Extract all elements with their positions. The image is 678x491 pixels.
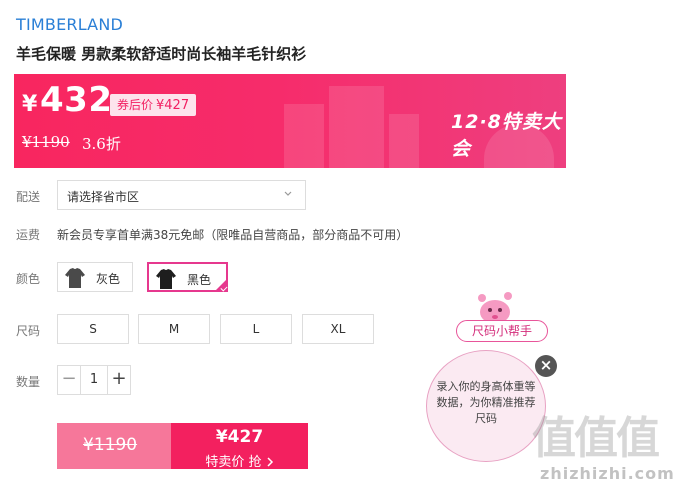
buy-sale-price: ¥427: [215, 427, 264, 447]
increase-quantity-button[interactable]: +: [107, 366, 130, 394]
banner-decoration: [284, 104, 324, 168]
watermark-logo: 值值值: [532, 413, 660, 464]
quantity-stepper: − 1 +: [57, 365, 131, 395]
buy-original-price-area[interactable]: ¥1190: [57, 423, 171, 469]
chevron-down-icon: [284, 191, 292, 196]
chevron-right-icon: [267, 457, 273, 467]
discount-rate: 3.6折: [82, 135, 121, 153]
original-price: ¥1190: [22, 133, 70, 151]
quantity-value[interactable]: 1: [80, 372, 108, 387]
shipping-label: 运费: [16, 228, 41, 242]
sweater-thumbnail: [156, 269, 176, 289]
coupon-price-badge: 券后价 ¥427: [110, 94, 197, 116]
color-label: 颜色: [16, 272, 41, 286]
size-option-xl[interactable]: XL: [302, 314, 374, 344]
event-title: 12·8特卖大会: [451, 111, 562, 160]
color-option-gray[interactable]: 灰色: [57, 262, 133, 292]
close-icon[interactable]: ×: [535, 355, 557, 377]
selected-check-icon: [214, 278, 228, 292]
delivery-label: 配送: [16, 190, 41, 204]
banner-decoration: [329, 86, 384, 168]
size-label: 尺码: [16, 324, 41, 338]
coupon-label: 券后价: [117, 98, 154, 112]
color-option-label: 灰色: [96, 272, 121, 286]
decrease-quantity-button[interactable]: −: [58, 366, 81, 394]
sweater-thumbnail: [65, 268, 85, 288]
size-option-s[interactable]: S: [57, 314, 129, 344]
region-select[interactable]: 请选择省市区: [57, 180, 306, 210]
currency-symbol: ¥: [22, 92, 38, 117]
size-helper-text: 录入你的身高体重等数据，为你精准推荐尺码: [436, 380, 536, 425]
sale-price: 432: [40, 80, 113, 120]
size-helper-bubble[interactable]: 录入你的身高体重等数据，为你精准推荐尺码: [426, 350, 546, 462]
color-option-label: 黑色: [187, 273, 212, 287]
product-title: 羊毛保暖 男款柔软舒适时尚长袖羊毛针织衫: [16, 45, 307, 63]
mascot-icon: [478, 292, 512, 324]
size-option-m[interactable]: M: [138, 314, 210, 344]
buy-cta-label: 特卖价 抢: [205, 455, 262, 470]
buy-now-area[interactable]: ¥427 特卖价 抢: [171, 423, 308, 470]
color-option-black[interactable]: 黑色: [147, 262, 228, 292]
quantity-label: 数量: [16, 375, 41, 389]
size-option-l[interactable]: L: [220, 314, 292, 344]
price-banner: ¥ 432 券后价 ¥427 ¥1190 3.6折 12·8特卖大会: [14, 74, 566, 168]
size-helper-button[interactable]: 尺码小帮手: [456, 320, 548, 342]
coupon-price: ¥427: [156, 98, 190, 113]
banner-decoration: [389, 114, 419, 168]
buy-button[interactable]: ¥1190 ¥427 特卖价 抢: [57, 423, 308, 470]
brand-name[interactable]: TIMBERLAND: [16, 15, 123, 34]
region-select-value: 请选择省市区: [67, 190, 140, 204]
shipping-info: 新会员专享首单满38元免邮（限唯品自营商品，部分商品不可用）: [57, 228, 409, 242]
buy-original-price: ¥1190: [83, 435, 138, 455]
watermark-url: zhizhizhi.com: [540, 464, 675, 483]
